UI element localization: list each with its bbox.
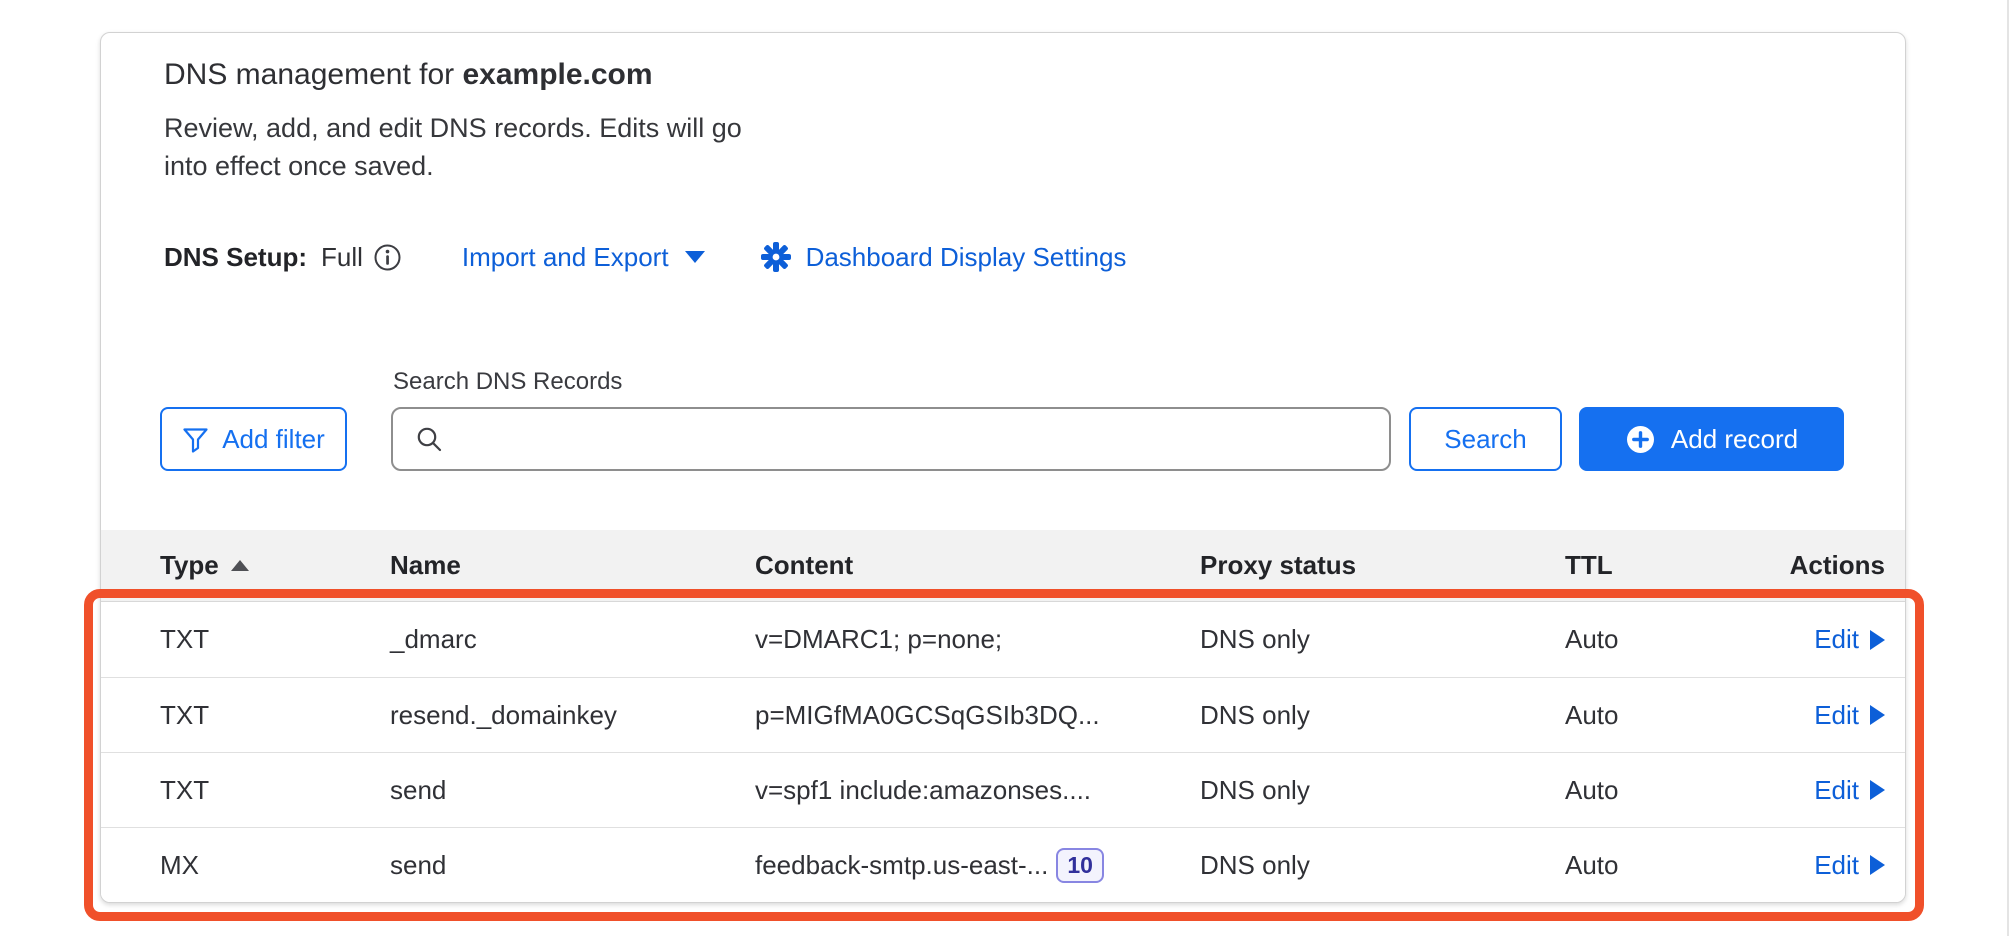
page-title: DNS management for example.com (164, 55, 1865, 95)
dns-management-card: DNS management for example.com Review, a… (100, 32, 1906, 903)
search-toolbar: Add filter Search DNS Records Search (160, 367, 1844, 471)
column-header-type[interactable]: Type (160, 550, 390, 581)
dashboard-display-settings-link[interactable]: Dashboard Display Settings (806, 242, 1127, 273)
plus-circle-icon (1625, 424, 1656, 455)
table-row: MX send feedback-smtp.us-east-... 10 DNS… (101, 827, 1905, 902)
cell-proxy-status: DNS only (1200, 850, 1565, 881)
edit-link-label: Edit (1814, 775, 1859, 806)
edit-link[interactable]: Edit (1814, 850, 1885, 881)
priority-badge: 10 (1056, 848, 1104, 883)
cell-name: send (390, 850, 755, 881)
cell-proxy-status: DNS only (1200, 775, 1565, 806)
search-box (391, 407, 1391, 471)
cell-content-text: feedback-smtp.us-east-... (755, 850, 1048, 881)
edit-link-label: Edit (1814, 850, 1859, 881)
cell-proxy-status: DNS only (1200, 624, 1565, 655)
column-header-ttl: TTL (1565, 550, 1770, 581)
chevron-right-icon (1870, 705, 1885, 725)
subtitle: Review, add, and edit DNS records. Edits… (164, 109, 744, 185)
chevron-down-icon (685, 251, 705, 263)
dashboard-settings-group: Dashboard Display Settings (760, 241, 1127, 273)
gear-icon (760, 241, 792, 273)
add-filter-button[interactable]: Add filter (160, 407, 347, 471)
cell-ttl: Auto (1565, 624, 1770, 655)
cell-content: v=spf1 include:amazonses.... (755, 775, 1200, 806)
table-row: TXT send v=spf1 include:amazonses.... DN… (101, 752, 1905, 827)
dns-management-page: DNS management for example.com Review, a… (0, 0, 2012, 936)
edit-link[interactable]: Edit (1814, 624, 1885, 655)
import-export-link[interactable]: Import and Export (462, 242, 705, 273)
search-button[interactable]: Search (1409, 407, 1562, 471)
cell-content-text: v=spf1 include:amazonses.... (755, 775, 1091, 806)
edit-link-label: Edit (1814, 624, 1859, 655)
table-body: TXT _dmarc v=DMARC1; p=none; DNS only Au… (101, 602, 1905, 902)
edit-link-label: Edit (1814, 700, 1859, 731)
table-row: TXT resend._domainkey p=MIGfMA0GCSqGSIb3… (101, 677, 1905, 752)
chevron-right-icon (1870, 855, 1885, 875)
import-export-label: Import and Export (462, 242, 669, 273)
table-row: TXT _dmarc v=DMARC1; p=none; DNS only Au… (101, 602, 1905, 677)
cell-name: resend._domainkey (390, 700, 755, 731)
table-header-row: Type Name Content Proxy status TTL Actio… (101, 530, 1905, 602)
cell-ttl: Auto (1565, 850, 1770, 881)
add-filter-label: Add filter (222, 424, 325, 455)
chevron-right-icon (1870, 780, 1885, 800)
dns-setup-label: DNS Setup: (164, 242, 307, 273)
cell-name: send (390, 775, 755, 806)
column-header-content: Content (755, 550, 1200, 581)
dns-setup-row: DNS Setup: Full Import and Export (164, 241, 1865, 273)
page-title-domain: example.com (462, 58, 652, 91)
info-circle-icon[interactable] (373, 243, 402, 272)
cell-ttl: Auto (1565, 775, 1770, 806)
search-records-label: Search DNS Records (393, 367, 1391, 397)
cell-content: v=DMARC1; p=none; (755, 624, 1200, 655)
card-header: DNS management for example.com Review, a… (164, 55, 1865, 273)
column-header-name: Name (390, 550, 755, 581)
column-header-proxy-status: Proxy status (1200, 550, 1565, 581)
add-record-button[interactable]: Add record (1579, 407, 1844, 471)
search-input[interactable] (457, 409, 1389, 469)
cell-proxy-status: DNS only (1200, 700, 1565, 731)
column-header-type-label: Type (160, 550, 219, 581)
cell-content: p=MIGfMA0GCSqGSIb3DQ... (755, 700, 1200, 731)
cell-name: _dmarc (390, 624, 755, 655)
dashboard-display-settings-label: Dashboard Display Settings (806, 242, 1127, 273)
edit-link[interactable]: Edit (1814, 700, 1885, 731)
search-button-label: Search (1444, 424, 1526, 455)
page-title-prefix: DNS management for (164, 58, 462, 91)
cell-type: TXT (160, 700, 390, 731)
cell-content: feedback-smtp.us-east-... 10 (755, 848, 1200, 883)
search-icon (415, 425, 443, 453)
column-header-actions: Actions (1790, 550, 1885, 581)
cell-type: TXT (160, 624, 390, 655)
search-field-group: Search DNS Records (391, 367, 1391, 471)
cell-content-text: p=MIGfMA0GCSqGSIb3DQ... (755, 700, 1100, 731)
cell-type: TXT (160, 775, 390, 806)
cell-ttl: Auto (1565, 700, 1770, 731)
edit-link[interactable]: Edit (1814, 775, 1885, 806)
dns-records-table: Type Name Content Proxy status TTL Actio… (101, 530, 1905, 902)
filter-funnel-icon (182, 426, 209, 453)
cell-type: MX (160, 850, 390, 881)
cell-content-text: v=DMARC1; p=none; (755, 624, 1002, 655)
chevron-right-icon (1870, 630, 1885, 650)
page-right-border (2007, 0, 2009, 936)
dns-setup-value: Full (321, 242, 363, 273)
sort-ascending-icon (231, 560, 249, 571)
add-record-label: Add record (1671, 424, 1798, 455)
